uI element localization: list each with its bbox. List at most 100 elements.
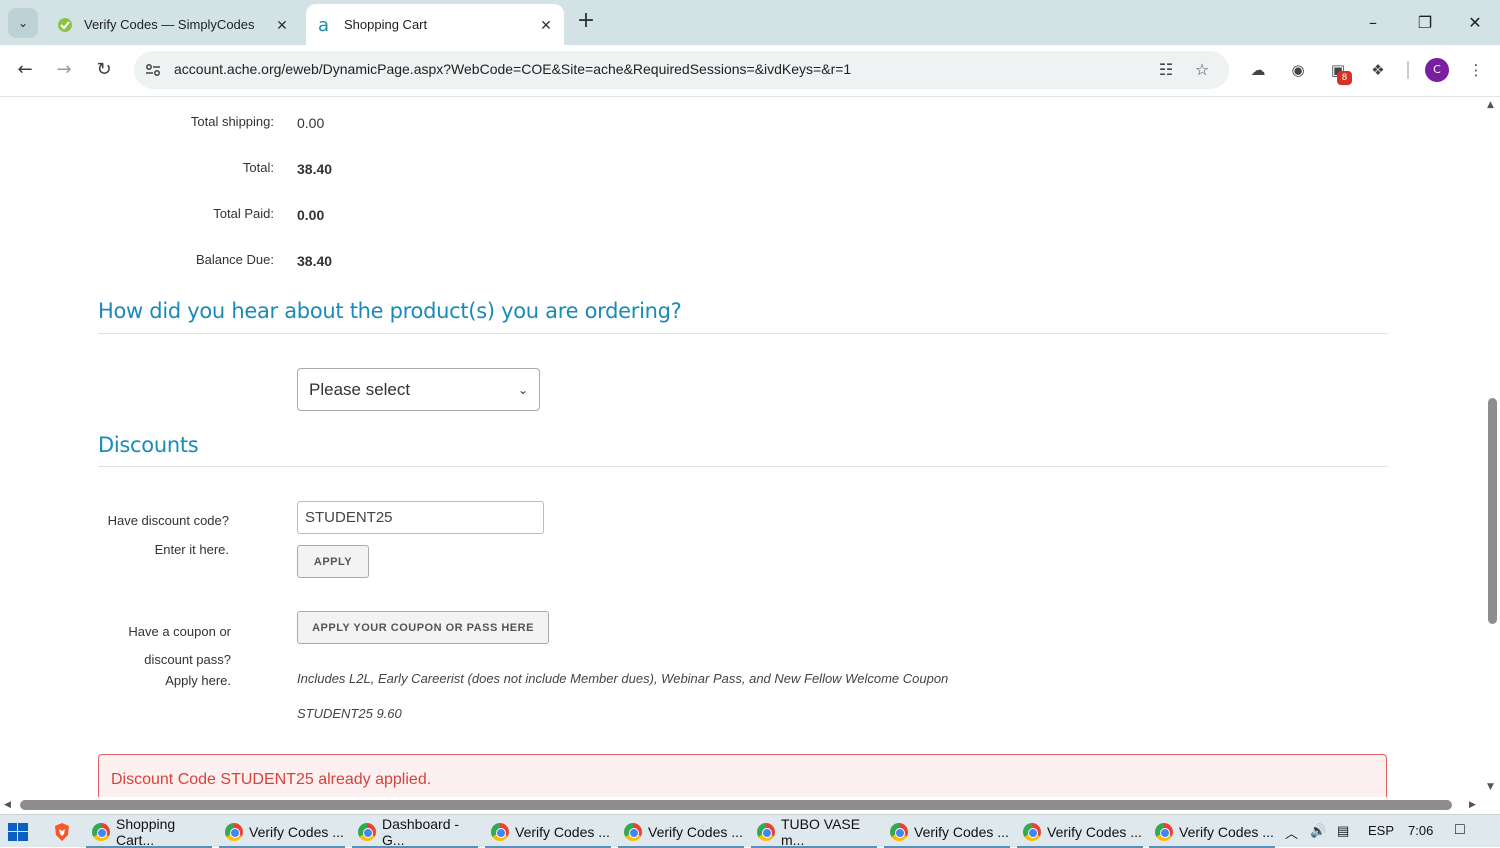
back-icon[interactable]: ← — [12, 57, 38, 83]
bookmark-star-icon[interactable]: ☆ — [1192, 60, 1212, 80]
coupon-label: Have a coupon or — [128, 624, 231, 639]
taskbar-item-label: TUBO VASE m... — [781, 815, 861, 848]
chrome-icon — [757, 822, 775, 841]
volume-icon[interactable]: 🔊 — [1310, 823, 1326, 839]
site-info-icon[interactable] — [144, 61, 162, 79]
applied-discount-line: STUDENT25 9.60 — [297, 706, 402, 721]
coupon-includes-note: Includes L2L, Early Careerist (does not … — [297, 671, 949, 686]
scroll-up-icon[interactable]: ▲ — [1487, 100, 1494, 110]
divider — [98, 466, 1388, 467]
chrome-icon — [1155, 822, 1173, 841]
taskbar-item[interactable]: Verify Codes ... — [616, 815, 746, 848]
coupon-label-2: discount pass? — [144, 652, 231, 667]
extension-badge: 8 — [1337, 71, 1352, 85]
ache-icon: a — [316, 16, 334, 34]
horizontal-scroll-thumb[interactable] — [20, 800, 1452, 810]
coupon-label-3: Apply here. — [165, 673, 231, 688]
new-tab-button[interactable]: + — [574, 10, 598, 34]
taskbar: Shopping Cart... Verify Codes ... Dashbo… — [0, 814, 1500, 848]
scroll-left-icon[interactable]: ◀ — [4, 800, 11, 810]
chevron-down-icon: ⌄ — [17, 16, 29, 30]
summary-value-shipping: 0.00 — [297, 115, 325, 131]
taskbar-item[interactable]: Verify Codes ... — [1015, 815, 1145, 848]
kebab-menu-icon[interactable]: ⋮ — [1465, 59, 1487, 81]
tab-shopping-cart[interactable]: a Shopping Cart ✕ — [306, 4, 564, 45]
vertical-scroll-thumb[interactable] — [1488, 398, 1497, 624]
tab-strip: ⌄ Verify Codes — SimplyCodes ✕ a Shoppin… — [0, 0, 1500, 45]
discount-code-input[interactable]: STUDENT25 — [297, 501, 544, 534]
chrome-icon — [890, 822, 908, 841]
taskbar-item-label: Verify Codes ... — [249, 823, 344, 840]
tab-title: Verify Codes — SimplyCodes — [84, 17, 255, 32]
taskbar-item[interactable]: Verify Codes ... — [882, 815, 1012, 848]
alert-text: Discount Code STUDENT25 already applied. — [111, 771, 432, 788]
chrome-icon — [358, 822, 376, 841]
chrome-icon — [225, 822, 243, 841]
svg-text:a: a — [318, 16, 329, 34]
apply-button[interactable]: APPLY — [297, 545, 369, 578]
taskbar-item[interactable]: Verify Codes ... — [217, 815, 347, 848]
url-text: account.ache.org/eweb/DynamicPage.aspx?W… — [174, 61, 852, 77]
select-value: Please select — [309, 379, 411, 399]
taskbar-item-label: Verify Codes ... — [914, 823, 1009, 840]
tab-title: Shopping Cart — [344, 17, 428, 32]
clock[interactable]: 7:06 — [1408, 823, 1433, 838]
discount-code-sublabel: Enter it here. — [154, 542, 229, 557]
close-icon[interactable]: ✕ — [536, 15, 556, 35]
minimize-icon[interactable]: – — [1358, 8, 1388, 38]
translate-icon[interactable]: ☷ — [1156, 60, 1176, 80]
taskbar-item-label: Verify Codes ... — [1179, 823, 1274, 840]
discount-code-value: STUDENT25 — [305, 509, 393, 526]
divider — [98, 333, 1388, 334]
restore-icon[interactable]: ❐ — [1410, 8, 1440, 38]
summary-value-paid: 0.00 — [297, 207, 325, 223]
extension-robot-icon[interactable]: ◉ — [1287, 59, 1309, 81]
chrome-icon — [1023, 822, 1041, 841]
taskbar-item[interactable]: Shopping Cart... — [84, 815, 214, 848]
notifications-icon[interactable]: □ — [1455, 821, 1465, 839]
page-content: Total shipping: 0.00 Total: 38.40 Total … — [0, 97, 1485, 797]
scroll-right-icon[interactable]: ▶ — [1469, 800, 1476, 810]
brave-browser-icon[interactable] — [52, 822, 72, 846]
chrome-icon — [491, 822, 509, 841]
tab-search-button[interactable]: ⌄ — [8, 8, 38, 38]
window-close-icon[interactable]: ✕ — [1460, 8, 1490, 38]
hear-about-heading: How did you hear about the product(s) yo… — [98, 299, 682, 323]
summary-label-shipping: Total shipping: — [190, 114, 274, 129]
taskbar-item-label: Dashboard - G... — [382, 815, 460, 848]
chrome-icon — [92, 822, 110, 841]
summary-label-paid: Total Paid: — [213, 206, 274, 221]
summary-value-balance: 38.40 — [297, 253, 333, 269]
address-bar[interactable]: account.ache.org/eweb/DynamicPage.aspx?W… — [134, 51, 1229, 89]
taskbar-item-label: Verify Codes ... — [1047, 823, 1142, 840]
referral-source-select[interactable]: Please select ⌄ — [297, 368, 540, 411]
tray-chevron-icon[interactable]: ︿ — [1285, 823, 1298, 842]
discount-code-label: Have discount code? — [107, 513, 229, 528]
taskbar-item-label: Shopping Cart... — [116, 815, 176, 848]
taskbar-item-label: Verify Codes ... — [515, 823, 610, 840]
forward-icon[interactable]: → — [51, 57, 77, 83]
extensions-puzzle-icon[interactable]: ❖ — [1367, 59, 1389, 81]
scroll-down-icon[interactable]: ▼ — [1487, 782, 1494, 792]
apply-coupon-button[interactable]: APPLY YOUR COUPON OR PASS HERE — [297, 611, 549, 644]
simplycodes-icon — [56, 16, 74, 34]
toolbar-divider — [1407, 61, 1409, 79]
chrome-icon — [624, 822, 642, 841]
discount-alert: Discount Code STUDENT25 already applied. — [98, 754, 1387, 797]
language-indicator[interactable]: ESP — [1368, 823, 1394, 838]
summary-label-total: Total: — [242, 160, 274, 175]
browser-toolbar: ← → ↻ account.ache.org/eweb/DynamicPage.… — [0, 45, 1500, 97]
network-icon[interactable]: ▤ — [1337, 823, 1349, 839]
taskbar-item[interactable]: Verify Codes ... — [1147, 815, 1277, 848]
profile-avatar[interactable]: C — [1425, 58, 1449, 82]
close-icon[interactable]: ✕ — [272, 15, 292, 35]
extension-cloud-icon[interactable]: ☁ — [1247, 59, 1269, 81]
reload-icon[interactable]: ↻ — [91, 57, 117, 83]
taskbar-item[interactable]: TUBO VASE m... — [749, 815, 879, 848]
discounts-heading: Discounts — [98, 433, 199, 457]
taskbar-item[interactable]: Dashboard - G... — [350, 815, 480, 848]
tab-verify-codes[interactable]: Verify Codes — SimplyCodes ✕ — [46, 4, 300, 45]
taskbar-item[interactable]: Verify Codes ... — [483, 815, 613, 848]
summary-label-balance: Balance Due: — [195, 252, 274, 267]
windows-start-icon[interactable] — [8, 823, 30, 841]
